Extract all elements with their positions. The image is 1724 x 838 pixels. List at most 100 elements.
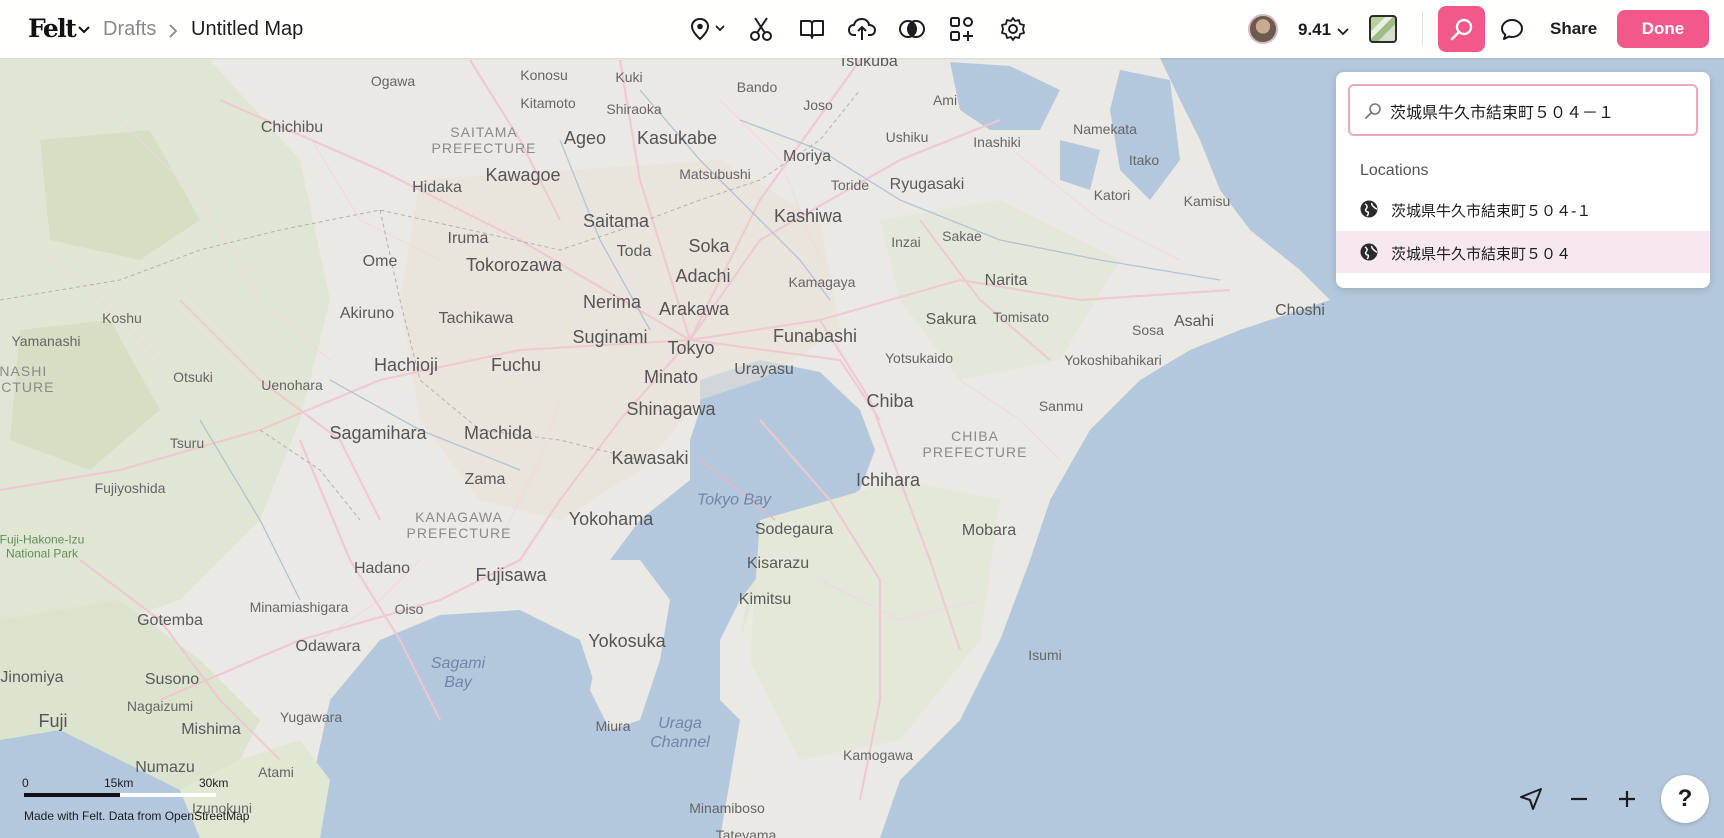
- elements-icon[interactable]: [947, 14, 977, 44]
- map-label: Kamisu: [1183, 193, 1231, 209]
- zoom-out-button[interactable]: [1561, 781, 1597, 817]
- search-result-item[interactable]: 茨城県牛久市結束町５０４‐１: [1336, 188, 1710, 230]
- map-label: Sakae: [942, 228, 982, 244]
- map-label: Machida: [463, 423, 533, 443]
- locate-button[interactable]: [1513, 781, 1549, 817]
- map-label: Chichibu: [260, 119, 324, 136]
- map-label: Suginami: [572, 327, 648, 347]
- map-label: Minato: [643, 367, 699, 387]
- zoom-in-button[interactable]: [1609, 781, 1645, 817]
- map-label: Joso: [803, 97, 833, 113]
- map-title[interactable]: Untitled Map: [191, 18, 303, 41]
- chevron-down-icon[interactable]: [1337, 24, 1349, 42]
- chevron-right-icon: [168, 21, 178, 44]
- map-label: Sakura: [925, 311, 977, 328]
- layers-overlap-icon[interactable]: [897, 14, 927, 44]
- scale-tick: 30km: [199, 776, 229, 790]
- map-label: Otsuki: [173, 369, 213, 385]
- scale-bar: 0 15km 30km: [22, 776, 232, 797]
- scale-line: [24, 793, 120, 797]
- prefecture-label: CHIBA PREFECTURE: [922, 427, 1028, 460]
- search-icon: [1450, 18, 1472, 41]
- map-label: Tsuru: [169, 435, 205, 451]
- map-label: Odawara: [295, 638, 361, 655]
- prefecture-label: SAITAMA PREFECTURE: [431, 123, 537, 156]
- zoom-level[interactable]: 9.41: [1298, 20, 1331, 40]
- pin-icon[interactable]: [688, 14, 732, 44]
- done-button[interactable]: Done: [1617, 10, 1709, 48]
- attribution[interactable]: Made with Felt. Data from OpenStreetMap: [24, 809, 249, 823]
- map-label: Funabashi: [772, 326, 858, 346]
- map-label: Gotemba: [137, 612, 203, 629]
- map-label: Sodegaura: [754, 521, 834, 538]
- scale-line: [120, 793, 216, 797]
- map-label: Kitamoto: [520, 95, 576, 111]
- map-label: Sosa: [1132, 322, 1164, 338]
- scale-tick: 0: [22, 776, 29, 790]
- map-label: Soka: [688, 236, 730, 256]
- book-icon[interactable]: [797, 14, 827, 44]
- scale-tick: 15km: [104, 776, 134, 790]
- search-field[interactable]: [1348, 84, 1698, 136]
- map-label: Hachioji: [373, 355, 439, 375]
- search-panel: Locations 茨城県牛久市結束町５０４‐１ 茨城県牛久市結束町５０４: [1336, 72, 1710, 288]
- map-label: Akiruno: [339, 305, 395, 322]
- comment-button[interactable]: [1498, 15, 1526, 43]
- map-label: Nerima: [582, 292, 642, 312]
- map-label: Ushiku: [885, 129, 929, 145]
- map-label: Jinomiya: [0, 669, 64, 686]
- map-label: Kamogawa: [842, 747, 914, 763]
- scissors-icon[interactable]: [746, 14, 776, 44]
- map-label: Koshu: [102, 310, 142, 326]
- search-result-item[interactable]: 茨城県牛久市結束町５０４: [1336, 231, 1710, 273]
- map-label: Ryugasaki: [889, 176, 965, 193]
- map-label: Kamagaya: [788, 274, 856, 290]
- map-label: Namekata: [1073, 121, 1137, 137]
- felt-logo[interactable]: Felt: [28, 14, 77, 43]
- avatar[interactable]: [1248, 14, 1278, 44]
- share-button[interactable]: Share: [1550, 19, 1597, 39]
- map-label: Yugawara: [279, 709, 343, 725]
- map-label: Minamiashigara: [249, 599, 349, 615]
- search-button[interactable]: [1438, 6, 1485, 52]
- upload-cloud-icon[interactable]: [847, 14, 877, 44]
- chevron-down-icon[interactable]: [78, 22, 90, 40]
- map-label: Chiba: [866, 391, 914, 411]
- map-label: Fuchu: [490, 355, 542, 375]
- basemap-thumbnail[interactable]: [1369, 15, 1397, 43]
- prefecture-label: YAMANASHI PREFECTURE: [0, 362, 55, 395]
- water-label: Uraga Channel: [650, 714, 710, 751]
- map-label: Tateyama: [715, 827, 777, 838]
- map-label: Tokorozawa: [465, 255, 563, 275]
- map-label: Nagaizumi: [126, 698, 194, 714]
- map-label: Kawagoe: [485, 165, 561, 185]
- water-label: Tokyo Bay: [696, 491, 772, 509]
- settings-icon[interactable]: [998, 14, 1028, 44]
- plus-icon: [1619, 791, 1635, 807]
- map-label: Tomisato: [992, 309, 1050, 325]
- search-result-label: 茨城県牛久市結束町５０４‐１: [1391, 202, 1592, 220]
- map-label: Yotsukaido: [885, 350, 953, 366]
- map-label: Fuji: [38, 711, 68, 731]
- map-label: Urayasu: [734, 361, 794, 378]
- map-label: Susono: [144, 671, 200, 688]
- map-label: Ome: [362, 253, 398, 270]
- search-result-label: 茨城県牛久市結束町５０４: [1391, 245, 1572, 263]
- map-label: Arakawa: [658, 299, 730, 319]
- map-label: Moriya: [782, 148, 832, 165]
- map-label: Toda: [616, 243, 652, 260]
- locations-heading: Locations: [1360, 162, 1429, 179]
- map-label: Sanmu: [1038, 398, 1084, 414]
- map-label: Itako: [1128, 152, 1160, 168]
- breadcrumb-drafts[interactable]: Drafts: [103, 18, 156, 41]
- water-label: Sagami Bay: [430, 654, 486, 691]
- search-input[interactable]: [1390, 98, 1690, 124]
- help-button[interactable]: ?: [1661, 775, 1709, 823]
- map-label: Narita: [984, 272, 1028, 289]
- map-label: Choshi: [1275, 302, 1325, 319]
- map-label: Hidaka: [412, 179, 462, 196]
- park-label: Fuji-Hakone-Izu National Park: [0, 532, 85, 561]
- map-label: Mishima: [181, 721, 241, 738]
- map-label: Bando: [736, 79, 778, 95]
- globe-icon: [1360, 243, 1378, 266]
